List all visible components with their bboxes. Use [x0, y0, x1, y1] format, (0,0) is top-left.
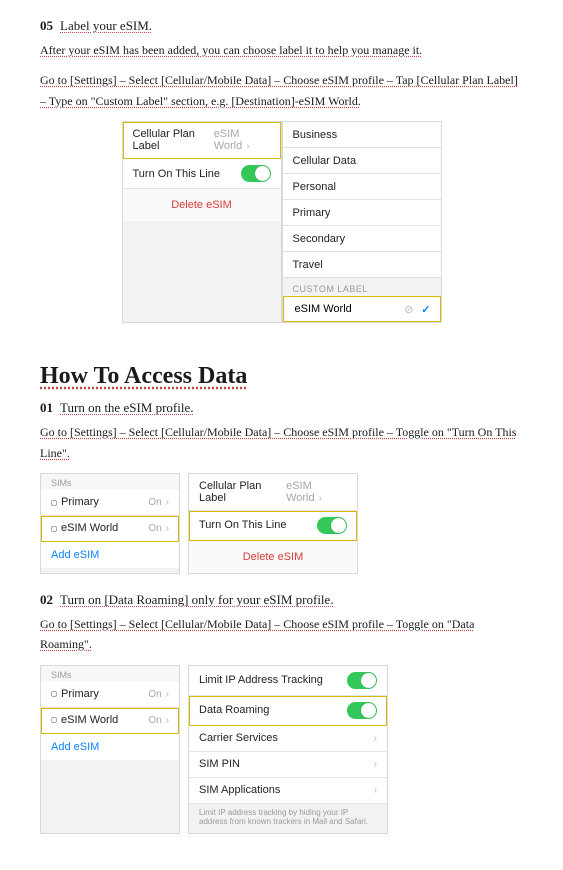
fig02-left: SIMs Primary On› eSIM World On› Add eSIM — [40, 665, 180, 834]
delete-esim-button[interactable]: Delete eSIM — [123, 189, 281, 221]
toggle-on-icon[interactable] — [347, 672, 377, 689]
fine-print: Limit IP address tracking by hiding your… — [189, 804, 387, 833]
custom-label-row[interactable]: ⊘✓ — [283, 296, 441, 322]
step-02-heading: 02 Turn on [Data Roaming] only for your … — [40, 592, 523, 608]
label-option[interactable]: Primary — [283, 200, 441, 226]
label-option[interactable]: Travel — [283, 252, 441, 278]
data-roaming-row[interactable]: Data Roaming — [189, 696, 387, 726]
step-01-title: Turn on the eSIM profile. — [60, 400, 194, 415]
step-05-heading: 05 Label your eSIM. — [40, 18, 523, 34]
label-option[interactable]: Personal — [283, 174, 441, 200]
add-esim-link: Add eSIM — [51, 549, 99, 561]
sims-head: SIMs — [41, 666, 179, 682]
cellular-plan-label-row[interactable]: Cellular Plan Label eSIM World› — [123, 122, 281, 159]
sims-head: SIMs — [41, 474, 179, 490]
chevron-right-icon: › — [374, 733, 377, 744]
chevron-right-icon: › — [166, 689, 169, 700]
fig01-left: SIMs Primary On› eSIM World On› Add eSIM — [40, 473, 180, 574]
toggle-on-icon[interactable] — [241, 165, 271, 182]
step-05-line1: After your eSIM has been added, you can … — [40, 40, 523, 60]
custom-label-head: CUSTOM LABEL — [283, 278, 441, 296]
delete-esim-button[interactable]: Delete eSIM — [189, 541, 357, 573]
cell-plan-value: eSIM World — [214, 128, 243, 152]
step-05-line2: Go to [Settings] – Select [Cellular/Mobi… — [40, 70, 523, 111]
sim-dot-icon — [51, 717, 57, 723]
label-option[interactable]: Cellular Data — [283, 148, 441, 174]
sim-dot-icon — [51, 526, 57, 532]
sim-primary-row[interactable]: Primary On› — [41, 490, 179, 516]
cell-plan-label: Cellular Plan Label — [133, 128, 214, 152]
custom-label-input[interactable] — [293, 302, 373, 316]
sim-esim-row[interactable]: eSIM World On› — [41, 708, 179, 734]
delete-esim-label: Delete eSIM — [171, 199, 232, 211]
sim-dot-icon — [51, 500, 57, 506]
step-02-line: Go to [Settings] – Select [Cellular/Mobi… — [40, 614, 523, 655]
step-01-num: 01 — [40, 400, 53, 415]
chevron-right-icon: › — [166, 523, 169, 534]
fig02-right: Limit IP Address Tracking Data Roaming C… — [188, 665, 388, 834]
cell-plan-row[interactable]: Cellular Plan Label eSIM World› — [189, 474, 357, 511]
toggle-on-icon[interactable] — [317, 517, 347, 534]
step-02-title: Turn on [Data Roaming] only for your eSI… — [60, 592, 334, 607]
fig01-right: Cellular Plan Label eSIM World› Turn On … — [188, 473, 358, 574]
figure-02: SIMs Primary On› eSIM World On› Add eSIM… — [40, 665, 523, 834]
step-05-num: 05 — [40, 18, 53, 33]
step-01-line: Go to [Settings] – Select [Cellular/Mobi… — [40, 422, 523, 463]
chevron-right-icon: › — [166, 497, 169, 508]
carrier-services-row[interactable]: Carrier Services › — [189, 726, 387, 752]
add-esim-row[interactable]: Add eSIM — [41, 734, 179, 760]
chevron-right-icon: › — [374, 785, 377, 796]
chevron-right-icon: › — [319, 493, 322, 504]
sim-apps-row[interactable]: SIM Applications › — [189, 778, 387, 804]
chevron-right-icon: › — [374, 759, 377, 770]
turn-on-label: Turn On This Line — [133, 168, 220, 180]
turn-on-row[interactable]: Turn On This Line — [123, 159, 281, 189]
sim-esim-row[interactable]: eSIM World On› — [41, 516, 179, 542]
sim-primary-row[interactable]: Primary On› — [41, 682, 179, 708]
figure-01: SIMs Primary On› eSIM World On› Add eSIM… — [40, 473, 523, 574]
label-option[interactable]: Business — [283, 122, 441, 148]
chevron-right-icon: › — [246, 141, 249, 152]
label-option[interactable]: Secondary — [283, 226, 441, 252]
chevron-right-icon: › — [166, 715, 169, 726]
limit-ip-row[interactable]: Limit IP Address Tracking — [189, 666, 387, 696]
add-esim-row[interactable]: Add eSIM — [41, 542, 179, 568]
turn-on-row[interactable]: Turn On This Line — [189, 511, 357, 541]
fig05-left-panel: Cellular Plan Label eSIM World› Turn On … — [122, 121, 282, 323]
check-icon: ✓ — [421, 304, 430, 316]
figure-05: Cellular Plan Label eSIM World› Turn On … — [40, 121, 523, 323]
step-02-num: 02 — [40, 592, 53, 607]
toggle-on-icon[interactable] — [347, 702, 377, 719]
fig05-right-panel: Business Cellular Data Personal Primary … — [282, 121, 442, 323]
sim-pin-row[interactable]: SIM PIN › — [189, 752, 387, 778]
sim-dot-icon — [51, 691, 57, 697]
step-05-title: Label your eSIM. — [60, 18, 152, 33]
step-01-heading: 01 Turn on the eSIM profile. — [40, 400, 523, 416]
clear-icon[interactable]: ⊘ — [404, 304, 413, 316]
how-to-access-heading: How To Access Data — [40, 363, 247, 390]
